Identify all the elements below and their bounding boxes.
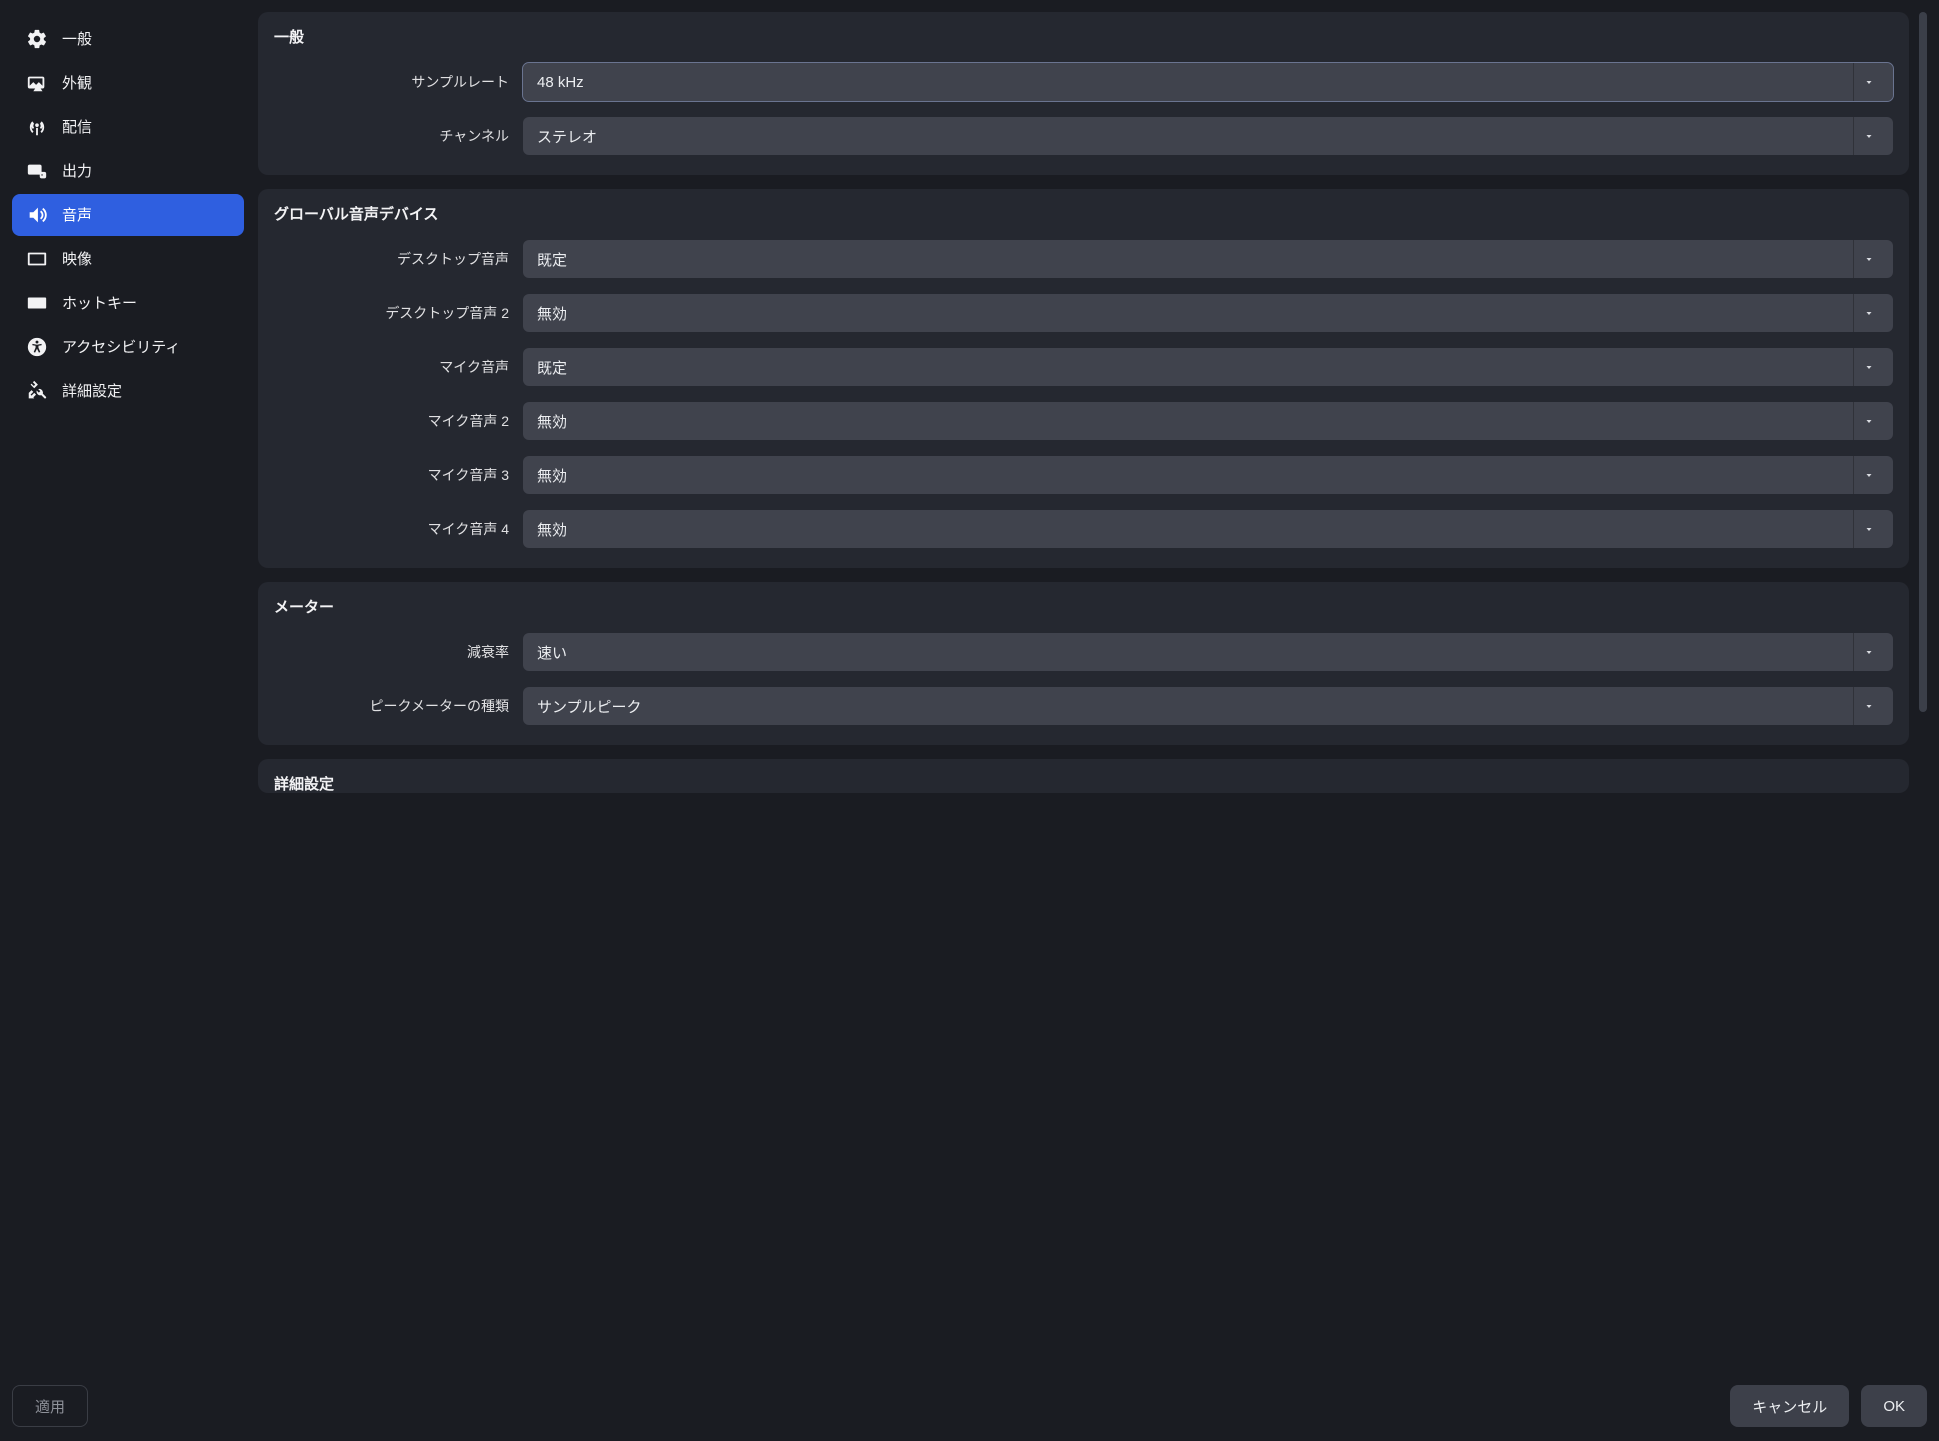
mic-audio-2-label: マイク音声 2 — [274, 411, 509, 431]
dropdown-value: 無効 — [537, 465, 1845, 486]
chevron-down-icon — [1853, 456, 1883, 494]
keyboard-icon — [26, 292, 48, 314]
speaker-icon — [26, 204, 48, 226]
sidebar-item-label: 配信 — [62, 120, 92, 135]
settings-sidebar: 一般 外観 配信 出力 音声 映像 — [12, 12, 244, 1359]
chevron-down-icon — [1853, 117, 1883, 155]
section-meters: メーター 減衰率 速い ピークメーターの種類 サンプルピーク — [258, 582, 1909, 745]
sidebar-item-accessibility[interactable]: アクセシビリティ — [12, 326, 244, 368]
chevron-down-icon — [1853, 240, 1883, 278]
sidebar-item-general[interactable]: 一般 — [12, 18, 244, 60]
sidebar-item-label: アクセシビリティ — [62, 340, 180, 355]
section-global-audio-devices: グローバル音声デバイス デスクトップ音声 既定 デスクトップ音声 2 無効 — [258, 189, 1909, 568]
mic-audio-2-dropdown[interactable]: 無効 — [523, 402, 1893, 440]
sidebar-item-audio[interactable]: 音声 — [12, 194, 244, 236]
mic-audio-dropdown[interactable]: 既定 — [523, 348, 1893, 386]
chevron-down-icon — [1853, 63, 1883, 101]
sidebar-item-advanced[interactable]: 詳細設定 — [12, 370, 244, 412]
tools-icon — [26, 380, 48, 402]
antenna-icon — [26, 116, 48, 138]
sidebar-item-label: 外観 — [62, 76, 92, 91]
section-title: 一般 — [274, 26, 1893, 47]
chevron-down-icon — [1853, 687, 1883, 725]
dropdown-value: 48 kHz — [537, 74, 1845, 91]
sidebar-item-output[interactable]: 出力 — [12, 150, 244, 192]
sidebar-item-label: 出力 — [62, 164, 92, 179]
gear-icon — [26, 28, 48, 50]
dropdown-value: ステレオ — [537, 126, 1845, 147]
sidebar-item-label: 映像 — [62, 252, 92, 267]
dropdown-value: 既定 — [537, 357, 1845, 378]
sidebar-item-label: 詳細設定 — [62, 384, 122, 399]
chevron-down-icon — [1853, 348, 1883, 386]
desktop-audio-dropdown[interactable]: 既定 — [523, 240, 1893, 278]
dropdown-value: 無効 — [537, 303, 1845, 324]
chevron-down-icon — [1853, 510, 1883, 548]
sidebar-item-appearance[interactable]: 外観 — [12, 62, 244, 104]
peak-meter-type-label: ピークメーターの種類 — [274, 696, 509, 716]
dialog-footer: 適用 キャンセル OK — [12, 1359, 1927, 1427]
output-icon — [26, 160, 48, 182]
chevron-down-icon — [1853, 633, 1883, 671]
settings-content: 一般 サンプルレート 48 kHz チャンネル ステレオ — [258, 12, 1927, 1359]
channels-dropdown[interactable]: ステレオ — [523, 117, 1893, 155]
channels-label: チャンネル — [274, 126, 509, 146]
chevron-down-icon — [1853, 294, 1883, 332]
chevron-down-icon — [1853, 402, 1883, 440]
decay-rate-dropdown[interactable]: 速い — [523, 633, 1893, 671]
dropdown-value: サンプルピーク — [537, 696, 1845, 717]
mic-audio-3-dropdown[interactable]: 無効 — [523, 456, 1893, 494]
mic-audio-label: マイク音声 — [274, 357, 509, 377]
section-title: 詳細設定 — [274, 773, 1893, 793]
sidebar-item-label: ホットキー — [62, 296, 137, 311]
sidebar-item-label: 一般 — [62, 32, 92, 47]
peak-meter-type-dropdown[interactable]: サンプルピーク — [523, 687, 1893, 725]
mic-audio-4-label: マイク音声 4 — [274, 519, 509, 539]
section-title: メーター — [274, 596, 1893, 617]
sidebar-item-label: 音声 — [62, 208, 92, 223]
dropdown-value: 無効 — [537, 411, 1845, 432]
desktop-audio-2-dropdown[interactable]: 無効 — [523, 294, 1893, 332]
section-title: グローバル音声デバイス — [274, 203, 1893, 224]
desktop-audio-2-label: デスクトップ音声 2 — [274, 303, 509, 323]
dropdown-value: 速い — [537, 642, 1845, 663]
cancel-button[interactable]: キャンセル — [1730, 1385, 1849, 1427]
decay-rate-label: 減衰率 — [274, 642, 509, 662]
mic-audio-3-label: マイク音声 3 — [274, 465, 509, 485]
vertical-scrollbar[interactable] — [1919, 12, 1927, 712]
sidebar-item-video[interactable]: 映像 — [12, 238, 244, 280]
accessibility-icon — [26, 336, 48, 358]
sample-rate-label: サンプルレート — [274, 72, 509, 92]
appearance-icon — [26, 72, 48, 94]
section-general: 一般 サンプルレート 48 kHz チャンネル ステレオ — [258, 12, 1909, 175]
section-advanced: 詳細設定 — [258, 759, 1909, 793]
mic-audio-4-dropdown[interactable]: 無効 — [523, 510, 1893, 548]
desktop-audio-label: デスクトップ音声 — [274, 249, 509, 269]
dropdown-value: 無効 — [537, 519, 1845, 540]
sidebar-item-stream[interactable]: 配信 — [12, 106, 244, 148]
apply-button[interactable]: 適用 — [12, 1385, 88, 1427]
monitor-icon — [26, 248, 48, 270]
sample-rate-dropdown[interactable]: 48 kHz — [523, 63, 1893, 101]
sidebar-item-hotkeys[interactable]: ホットキー — [12, 282, 244, 324]
ok-button[interactable]: OK — [1861, 1385, 1927, 1427]
dropdown-value: 既定 — [537, 249, 1845, 270]
